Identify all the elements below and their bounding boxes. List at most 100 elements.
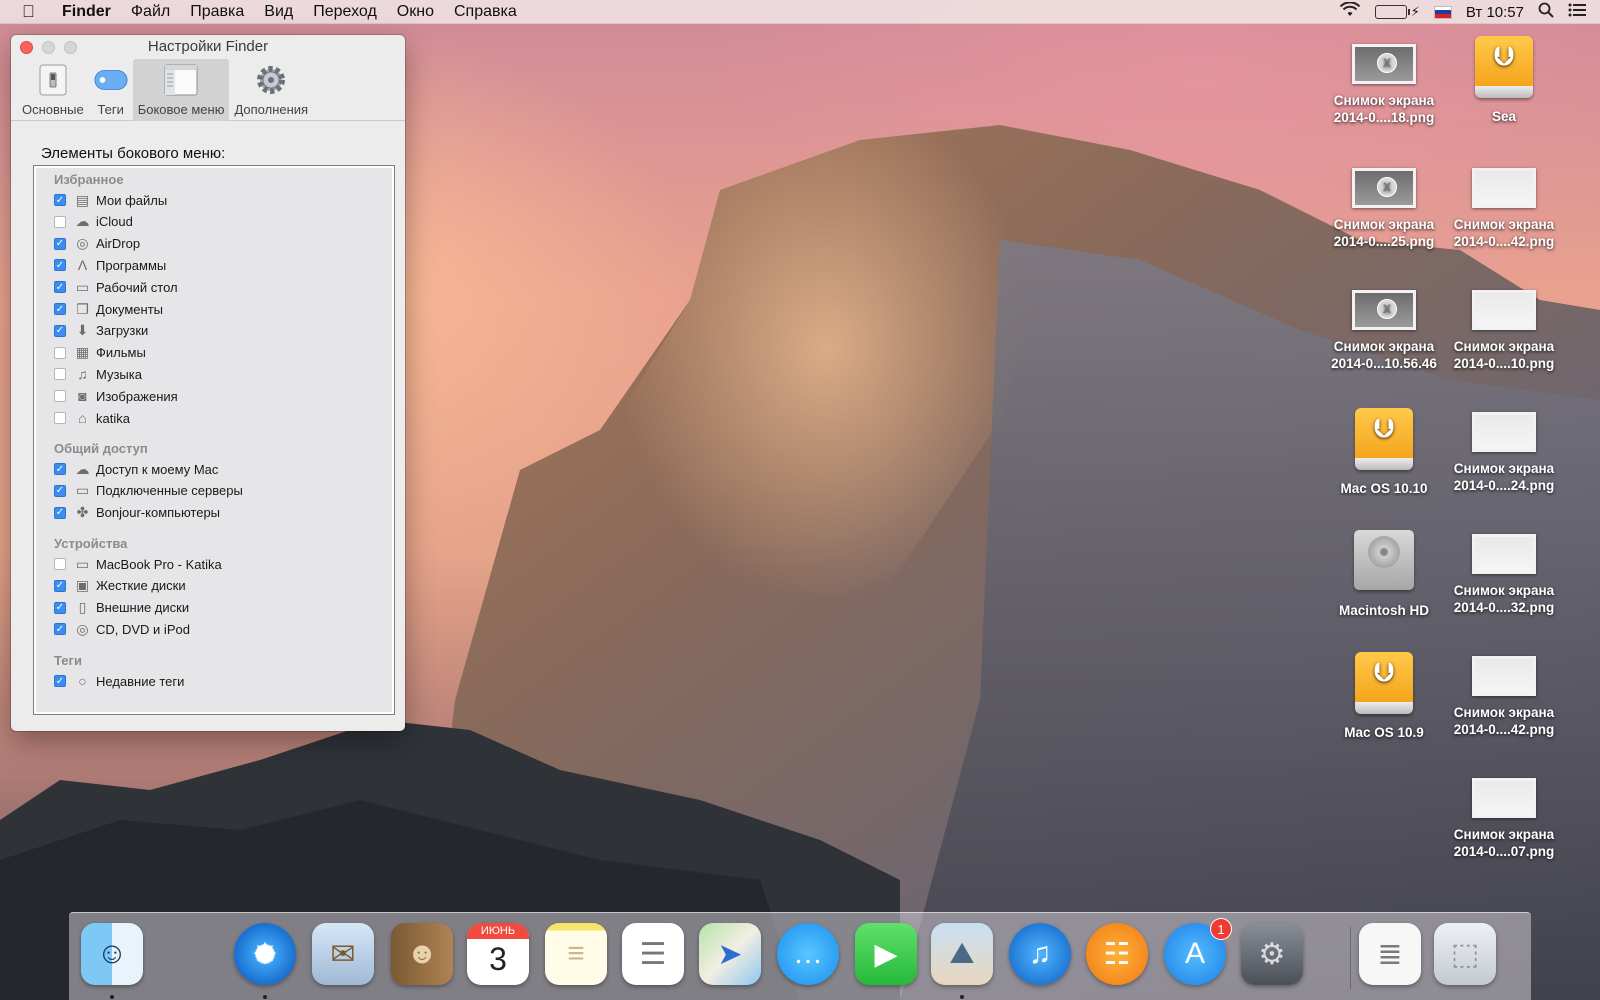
menu-window[interactable]: Окно <box>397 3 434 21</box>
minimize-button[interactable] <box>42 41 55 54</box>
group-header: Избранное <box>54 172 124 187</box>
sidebar-pref-row: ✓ ▤ Мои файлы <box>54 189 167 211</box>
checkbox[interactable] <box>54 346 66 359</box>
system-preferences-icon[interactable]: ⚙ <box>1241 923 1303 985</box>
laptop-icon: ▭ <box>75 555 90 572</box>
desktop-file-icon[interactable]: X Снимок экрана 2014-0....18.png <box>1325 44 1443 126</box>
notification-badge: 1 <box>1210 918 1232 940</box>
screenshot-thumbnail-icon <box>1472 778 1536 818</box>
checkbox[interactable]: ✓ <box>54 506 66 519</box>
apple-logo-icon[interactable]:  <box>22 2 44 22</box>
checkbox[interactable]: ✓ <box>54 303 66 315</box>
notification-center-icon[interactable] <box>1568 3 1586 21</box>
running-indicator <box>960 995 964 999</box>
messages-icon[interactable]: … <box>777 923 839 985</box>
checkbox[interactable]: ✓ <box>54 259 66 272</box>
checkbox[interactable] <box>54 390 66 403</box>
checkbox[interactable]: ✓ <box>54 324 66 337</box>
menu-app-name[interactable]: Finder <box>62 3 111 21</box>
tab-tags[interactable]: Теги <box>89 59 133 121</box>
ibooks-icon[interactable]: ☷ <box>1086 923 1148 985</box>
usb-symbol-icon: ⮋ <box>1494 41 1514 71</box>
battery-icon[interactable] <box>1374 5 1410 19</box>
finder-icon[interactable]: ☺ <box>81 923 143 985</box>
hard-disk-icon: ▣ <box>75 577 90 594</box>
facetime-icon[interactable]: ▶ <box>855 923 917 985</box>
sidebar-pref-label: iCloud <box>96 214 133 230</box>
desktop-icon-label-line2: 2014-0....07.png <box>1453 844 1555 859</box>
desktop-icon-label: Снимок экрана <box>1333 339 1435 354</box>
desktop-file-icon[interactable]: Снимок экрана 2014-0....10.png <box>1445 290 1563 372</box>
desktop-volume-icon[interactable]: ⮋ Mac OS 10.9 <box>1325 652 1443 741</box>
desktop-icon-label-line2: 2014-0....10.png <box>1453 356 1555 371</box>
desktop-volume-icon[interactable]: ⮋ Sea <box>1445 36 1563 125</box>
sidebar-pref-row: ▦ Фильмы <box>54 342 146 364</box>
menu-view[interactable]: Вид <box>264 3 293 21</box>
sidebar-items-list[interactable]: Избранное ✓ ▤ Мои файлы ☁ iCloud ✓ ◎ AirDrop ✓ Ʌ Пр… <box>33 165 395 715</box>
trash-icon[interactable]: ⬚ <box>1434 923 1496 985</box>
desktop-file-icon[interactable]: X Снимок экрана 2014-0....25.png <box>1325 168 1443 250</box>
desktop-file-icon[interactable]: Снимок экрана 2014-0....32.png <box>1445 534 1563 616</box>
checkbox[interactable]: ✓ <box>54 281 66 294</box>
tab-advanced[interactable]: Дополнения <box>229 59 313 121</box>
desktop-file-icon[interactable]: Снимок экрана 2014-0....24.png <box>1445 412 1563 494</box>
menu-help[interactable]: Справка <box>454 3 517 21</box>
desktop-file-icon[interactable]: Снимок экрана 2014-0....07.png <box>1445 778 1563 860</box>
checkbox[interactable]: ✓ <box>54 463 66 475</box>
language-flag-icon[interactable] <box>1433 5 1452 19</box>
menu-file[interactable]: Файл <box>131 3 170 21</box>
clock[interactable]: Вт 10:57 <box>1466 4 1524 21</box>
checkbox[interactable]: ✓ <box>54 194 66 206</box>
desktop-volume-icon[interactable]: ⮋ Mac OS 10.10 <box>1325 408 1443 497</box>
spotlight-icon[interactable] <box>1538 2 1554 22</box>
sidebar-pref-label: Фильмы <box>96 345 146 361</box>
desktop-icon-label: Снимок экрана <box>1453 461 1555 476</box>
calendar-icon[interactable]: ИЮНЬ 3 <box>467 923 529 985</box>
desktop-icon-label: Sea <box>1491 109 1517 124</box>
notes-icon[interactable]: ≡ <box>545 923 607 985</box>
checkbox[interactable]: ✓ <box>54 484 66 497</box>
iphoto-icon[interactable]: ⛰ <box>931 923 993 985</box>
checkbox[interactable]: ✓ <box>54 601 66 614</box>
checkbox[interactable]: ✓ <box>54 675 66 687</box>
wifi-icon[interactable] <box>1339 1 1361 22</box>
desktop-icon: ▭ <box>75 278 90 295</box>
mail-icon[interactable]: ✉ <box>312 923 374 985</box>
reminders-icon[interactable]: ☰ <box>622 923 684 985</box>
sidebar-pref-label: Мои файлы <box>96 192 168 208</box>
sidebar-pref-label: Программы <box>96 257 167 273</box>
tab-general[interactable]: Основные <box>17 59 89 121</box>
sidebar-pref-label: Внешние диски <box>96 600 190 616</box>
tab-sidebar[interactable]: Боковое меню <box>132 59 230 121</box>
sidebar-pref-row: ☁ iCloud <box>54 211 133 233</box>
menu-edit[interactable]: Правка <box>190 3 244 21</box>
movies-icon: ▦ <box>75 344 90 361</box>
checkbox[interactable] <box>54 412 66 424</box>
desktop-volume-icon[interactable]: Macintosh HD <box>1325 530 1443 619</box>
desktop-file-icon[interactable]: Снимок экрана 2014-0....42.png <box>1445 168 1563 250</box>
desktop-icon-label: Снимок экрана <box>1453 827 1555 842</box>
desktop-icon-label: Macintosh HD <box>1338 603 1429 618</box>
checkbox[interactable] <box>54 215 66 228</box>
desktop-file-icon[interactable]: X Снимок экрана 2014-0...10.56.46 <box>1325 290 1443 372</box>
close-button[interactable] <box>20 41 33 54</box>
airdrop-icon: ◎ <box>76 235 89 252</box>
preview-document-icon[interactable]: ≣ <box>1359 923 1421 985</box>
window-titlebar[interactable]: Настройки Finder <box>11 35 405 59</box>
checkbox[interactable] <box>54 558 66 570</box>
maps-icon[interactable]: ➤ <box>699 923 761 985</box>
menu-go[interactable]: Переход <box>313 3 377 21</box>
sidebar-pref-row: ✓ ⬇ Загрузки <box>54 320 148 342</box>
checkbox[interactable] <box>54 368 66 381</box>
all-files-icon: ▤ <box>75 191 90 208</box>
app-store-icon[interactable]: A1 <box>1164 918 1232 985</box>
checkbox[interactable]: ✓ <box>54 579 66 592</box>
itunes-icon[interactable]: ♫ <box>1009 923 1071 985</box>
contacts-icon[interactable]: ☻ <box>391 923 453 985</box>
sidebar-pref-row: ✓ ▯ Внешние диски <box>54 597 189 619</box>
checkbox[interactable]: ✓ <box>54 623 66 636</box>
checkbox[interactable]: ✓ <box>54 237 66 250</box>
zoom-button[interactable] <box>64 41 77 54</box>
desktop-file-icon[interactable]: Снимок экрана 2014-0....42.png <box>1445 656 1563 738</box>
safari-icon[interactable]: ✸ <box>234 923 296 985</box>
